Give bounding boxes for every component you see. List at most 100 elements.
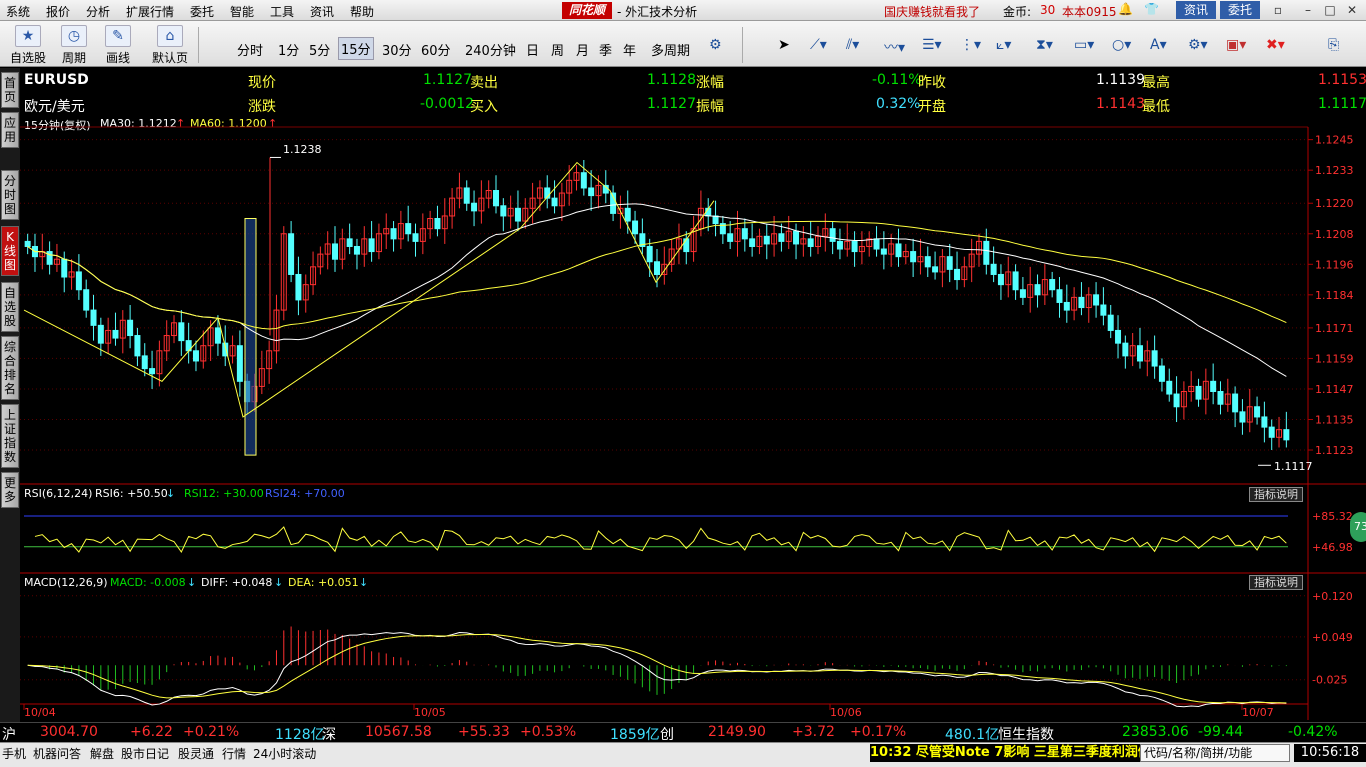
period-13[interactable]: 多周期 — [651, 40, 690, 59]
fan-tool-icon[interactable]: ⟀▾ — [996, 37, 1011, 53]
bottom-qa[interactable]: 机器问答 — [33, 745, 81, 762]
period-11[interactable]: 季 — [599, 40, 612, 59]
menu-system[interactable]: 系统 — [6, 3, 30, 20]
menu-extended-quote[interactable]: 扩展行情 — [126, 3, 174, 20]
bottom-lingtong[interactable]: 股灵通 — [178, 745, 214, 762]
restore-icon[interactable]: ▫ — [1270, 3, 1286, 18]
buy-label: 买入 — [470, 99, 498, 115]
parallel-tool-icon[interactable]: ⫽▾ — [846, 37, 859, 53]
period-4[interactable]: 15分 — [338, 37, 374, 60]
notification-badge[interactable]: 73 — [1350, 512, 1366, 542]
bottom-24h-news[interactable]: 24小时滚动 — [253, 745, 316, 762]
period-button[interactable]: ◷ 周期 — [54, 25, 94, 66]
candle-body — [1276, 429, 1283, 438]
macd-tick-label: +0.120 — [1312, 590, 1353, 603]
cursor-icon[interactable]: ➤ — [778, 37, 790, 53]
candle-body — [295, 273, 302, 301]
candle-body — [346, 238, 353, 247]
period-10[interactable]: 月 — [576, 40, 589, 59]
version-label[interactable]: 本本0915 — [1062, 3, 1117, 20]
rsi-explain-button[interactable]: 指标说明 — [1249, 487, 1303, 502]
x-tick-label: 10/06 — [830, 706, 862, 719]
period-5[interactable]: 30分 — [382, 40, 412, 59]
candle-body — [1085, 294, 1092, 309]
period-7[interactable]: 240分钟 — [465, 40, 516, 59]
bottom-diary[interactable]: 股市日记 — [121, 745, 169, 762]
candle-body — [207, 327, 214, 347]
draw-line-button[interactable]: ✎ 画线 — [98, 25, 138, 66]
rect-tool-icon[interactable]: ▭▾ — [1074, 37, 1094, 53]
candle-body — [434, 218, 441, 230]
watchlist-button[interactable]: ★ 自选股 — [8, 25, 48, 66]
macd-explain-button[interactable]: 指标说明 — [1249, 575, 1303, 590]
candle-body — [1019, 289, 1026, 298]
sidebar-tab-ranking[interactable]: 综合排名 — [1, 336, 19, 400]
period-8[interactable]: 日 — [526, 40, 539, 59]
bottom-bar: 手机 机器问答 解盘 股市日记 股灵通 行情 24小时滚动 10:32 尽管受N… — [0, 742, 1366, 767]
line-tool-icon[interactable]: ⟋▾ — [810, 37, 827, 53]
period-6[interactable]: 60分 — [421, 40, 451, 59]
period-2[interactable]: 1分 — [278, 40, 299, 59]
menu-smart[interactable]: 智能 — [230, 3, 254, 20]
menu-help[interactable]: 帮助 — [350, 3, 374, 20]
delete-draw-icon[interactable]: ✖▾ — [1266, 37, 1285, 53]
gann-tool-icon[interactable]: ⋮▾ — [960, 37, 981, 53]
menu-news[interactable]: 资讯 — [310, 3, 334, 20]
candle-body — [910, 251, 917, 263]
buy-value: 1.1127 — [647, 96, 696, 112]
menu-analysis[interactable]: 分析 — [86, 3, 110, 20]
menu-entrust[interactable]: 委托 — [190, 3, 214, 20]
sidebar-tab-label: 应用 — [3, 116, 16, 144]
bell-icon[interactable]: 🔔 — [1118, 2, 1133, 16]
code-search-input[interactable]: 代码/名称/简拼/功能 — [1140, 744, 1290, 762]
text-tool-icon[interactable]: A▾ — [1150, 37, 1167, 53]
sidebar-tab-sh-index[interactable]: 上证指数 — [1, 404, 19, 468]
period-12[interactable]: 年 — [623, 40, 636, 59]
menu-tools[interactable]: 工具 — [270, 3, 294, 20]
maximize-icon[interactable]: □ — [1322, 3, 1338, 18]
candle-body — [1100, 304, 1107, 316]
export-icon[interactable]: ⎘ — [1328, 37, 1339, 53]
settings-icon[interactable]: ⚙ — [709, 37, 722, 53]
fib-tool-icon[interactable]: ☰▾ — [922, 37, 942, 53]
period-1[interactable]: 分时 — [237, 40, 263, 59]
channel-tool-icon[interactable]: ⧗▾ — [1036, 37, 1053, 53]
trade-button[interactable]: 委托 — [1220, 1, 1260, 19]
sidebar-tab-home[interactable]: 首页 — [1, 72, 19, 108]
draw-settings-icon[interactable]: ⚙▾ — [1188, 37, 1208, 53]
candle-body — [1093, 294, 1100, 306]
close-icon[interactable]: ✕ — [1344, 3, 1360, 18]
period-9[interactable]: 周 — [551, 40, 564, 59]
minimize-icon[interactable]: – — [1300, 3, 1316, 18]
candle-body — [595, 184, 602, 197]
candle-body — [39, 251, 46, 258]
candle-body — [178, 322, 185, 342]
candle-body — [127, 319, 134, 337]
open-value: 1.1143 — [1096, 96, 1145, 112]
bottom-analysis[interactable]: 解盘 — [90, 745, 114, 762]
candle-body — [873, 238, 880, 250]
news-button[interactable]: 资讯 — [1176, 1, 1216, 19]
promo-link[interactable]: 国庆赚钱就看我了 — [884, 3, 980, 20]
candle-body — [1049, 279, 1056, 291]
sidebar-tab-apps[interactable]: 应用 — [1, 112, 19, 148]
sidebar-tab-timeshare[interactable]: 分时图 — [1, 170, 19, 220]
news-ticker[interactable]: 10:32 尽管受Note 7影响 三星第三季度利润仍 — [870, 744, 1140, 762]
bottom-mobile[interactable]: 手机 — [2, 745, 26, 762]
bottom-market[interactable]: 行情 — [222, 745, 246, 762]
period-3[interactable]: 5分 — [309, 40, 330, 59]
sidebar-tab-label: 上证指数 — [3, 408, 16, 464]
save-draw-icon[interactable]: ▣▾ — [1226, 37, 1246, 53]
circle-tool-icon[interactable]: ○▾ — [1112, 37, 1131, 53]
candle-body — [1122, 342, 1129, 357]
default-page-button[interactable]: ⌂ 默认页 — [150, 25, 190, 66]
candle-body — [961, 266, 968, 281]
candle-body — [163, 335, 170, 352]
menu-quote[interactable]: 报价 — [46, 3, 70, 20]
wave-tool-icon[interactable]: 〰▾ — [884, 37, 905, 57]
shirt-icon[interactable]: 👕 — [1144, 2, 1159, 16]
sidebar-tab-watchlist[interactable]: 自选股 — [1, 282, 19, 332]
sidebar-tab-more[interactable]: 更多 — [1, 472, 19, 508]
sidebar-tab-kline[interactable]: K线图 — [1, 226, 19, 276]
candle-body — [573, 172, 580, 181]
